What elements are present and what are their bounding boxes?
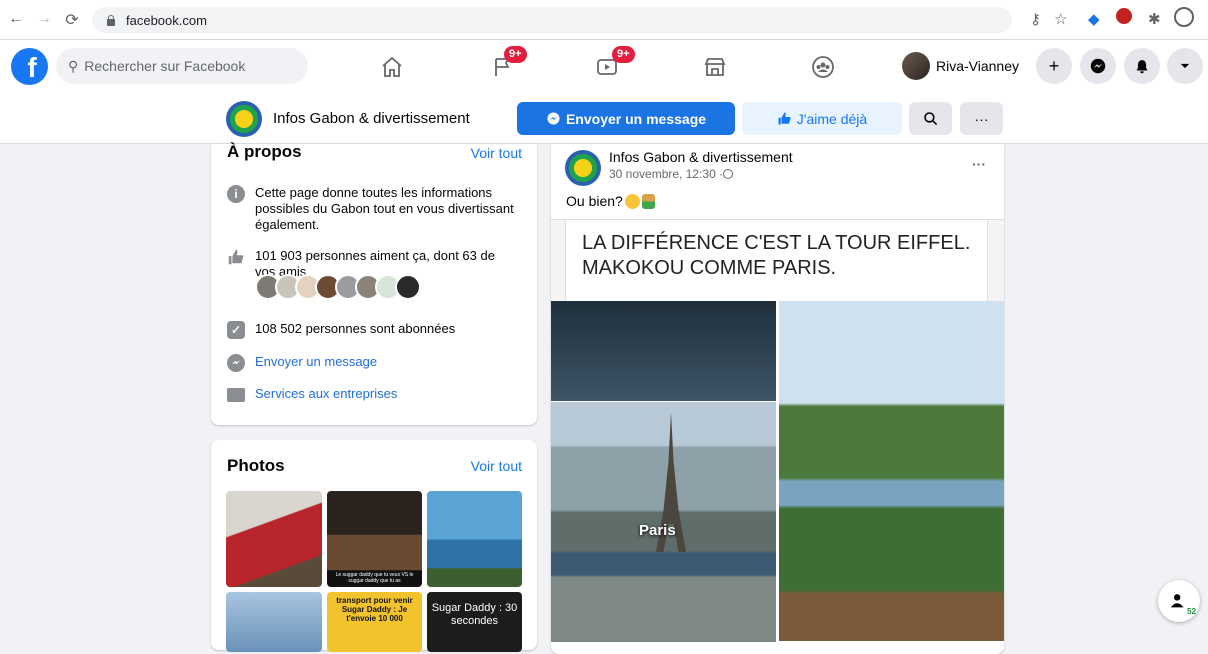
messenger-icon — [227, 354, 245, 372]
briefcase-icon — [227, 388, 245, 402]
create-button[interactable]: + — [1036, 48, 1072, 84]
reload-icon[interactable]: ⟳ — [62, 10, 82, 30]
messenger-icon[interactable] — [1080, 48, 1116, 84]
search-icon — [923, 111, 937, 125]
post-menu-button[interactable]: ··· — [972, 156, 986, 172]
photo-caption: transport pour venir Sugar Daddy : Je t'… — [336, 596, 413, 623]
home-icon — [382, 56, 402, 77]
adblock-extension-icon[interactable] — [1116, 8, 1132, 24]
search-icon: ⚲ — [68, 57, 79, 74]
about-followers: 108 502 personnes sont abonnées — [255, 321, 456, 336]
puzzle-icon[interactable]: ✱ — [1148, 10, 1161, 28]
about-description: Cette page donne toutes les informations… — [255, 185, 514, 232]
send-message-label: Envoyer un message — [565, 110, 707, 127]
lock-icon — [106, 14, 116, 26]
tab-watch[interactable]: 9+ — [552, 40, 662, 93]
followers-icon: ✓ — [227, 321, 245, 339]
about-services-link[interactable]: Services aux entreprises — [255, 386, 397, 402]
post-timestamp[interactable]: 30 novembre, 12:30 · — [609, 167, 723, 181]
page-avatar[interactable] — [226, 101, 262, 137]
marketplace-icon — [704, 57, 726, 76]
contacts-count-badge: 52 — [1187, 607, 1196, 616]
makokou-image — [779, 301, 1004, 641]
star-icon[interactable]: ☆ — [1054, 10, 1067, 28]
post-meta-row: 30 novembre, 12:30 · — [609, 167, 734, 181]
post-image-header: LA DIFFÉRENCE C'EST LA TOUR EIFFEL. MAKO… — [551, 219, 1004, 303]
profile-name: Riva-Vianney — [936, 58, 1020, 74]
photo-thumbnail[interactable]: transport pour venir Sugar Daddy : Je t'… — [327, 592, 422, 652]
like-button[interactable]: J'aime déjà — [742, 102, 902, 135]
avatar — [902, 52, 930, 80]
friends-avatars[interactable] — [255, 274, 421, 300]
page-search-button[interactable] — [909, 102, 952, 135]
post-text-row: Ou bien? — [566, 193, 655, 209]
address-bar[interactable]: facebook.com — [92, 7, 1012, 33]
about-message-row[interactable]: Envoyer un message — [227, 354, 377, 372]
post-author[interactable]: Infos Gabon & divertissement — [609, 149, 793, 165]
post-text: Ou bien? — [566, 193, 623, 209]
about-followers-row: ✓ 108 502 personnes sont abonnées — [227, 321, 455, 339]
extension-icon[interactable]: ◆ — [1088, 10, 1100, 28]
bell-icon[interactable] — [1124, 48, 1160, 84]
photo-thumbnail[interactable]: Sugar Daddy : 30 secondes — [427, 592, 522, 652]
paris-sky-image — [551, 301, 776, 401]
photo-thumbnail[interactable]: Le suggar daddy que tu veux VS le suggar… — [327, 491, 422, 587]
avatar — [395, 274, 421, 300]
search-input[interactable]: ⚲ Rechercher sur Facebook — [56, 48, 308, 84]
watch-notification-badge: 9+ — [612, 46, 635, 63]
info-icon: i — [227, 185, 245, 203]
paris-image: Paris — [551, 402, 776, 642]
emoji-icon — [624, 193, 640, 209]
tab-groups[interactable] — [768, 40, 878, 93]
photo-caption: Sugar Daddy : 30 secondes — [431, 602, 518, 627]
post-image[interactable]: Paris — [551, 301, 1004, 642]
about-message-link[interactable]: Envoyer un message — [255, 354, 377, 372]
tab-pages[interactable]: 9+ — [448, 40, 558, 93]
chevron-down-icon[interactable] — [1167, 48, 1203, 84]
post-author-avatar[interactable] — [565, 150, 601, 186]
post-card: Infos Gabon & divertissement 30 novembre… — [551, 144, 1004, 654]
photo-thumbnail[interactable] — [427, 491, 522, 587]
image-label: Paris — [639, 522, 676, 539]
page-title[interactable]: Infos Gabon & divertissement — [273, 110, 470, 127]
photo-thumbnail[interactable] — [226, 491, 322, 587]
page-header-bar: Infos Gabon & divertissement Envoyer un … — [0, 93, 1208, 144]
more-options-button[interactable]: ··· — [960, 102, 1003, 135]
send-message-button[interactable]: Envoyer un message — [517, 102, 735, 135]
tab-home[interactable] — [337, 40, 447, 93]
photos-card: Photos Voir tout Le suggar daddy que tu … — [211, 440, 537, 652]
about-services-row[interactable]: Services aux entreprises — [227, 386, 397, 402]
about-description-row: i Cette page donne toutes les informatio… — [227, 185, 517, 233]
photo-caption: Le suggar daddy que tu veux VS le suggar… — [335, 572, 414, 584]
search-placeholder: Rechercher sur Facebook — [84, 58, 246, 74]
about-see-all-link[interactable]: Voir tout — [471, 145, 522, 161]
profile-link[interactable]: Riva-Vianney — [902, 50, 1019, 82]
url-text: facebook.com — [126, 12, 207, 28]
browser-toolbar: ← → ⟳ facebook.com ⚷ ☆ ◆ ✱ — [0, 0, 1208, 40]
about-title: À propos — [227, 142, 302, 161]
emoji-icon — [641, 193, 655, 209]
thumbs-up-icon — [227, 248, 245, 266]
contacts-button[interactable]: 52 — [1158, 580, 1200, 622]
arrow-right-icon[interactable]: → — [34, 10, 54, 28]
photos-title: Photos — [227, 456, 285, 475]
arrow-left-icon[interactable]: ← — [6, 10, 26, 28]
photos-see-all-link[interactable]: Voir tout — [471, 458, 522, 474]
thumbs-up-icon — [778, 112, 791, 125]
pages-notification-badge: 9+ — [504, 46, 527, 63]
like-label: J'aime déjà — [796, 110, 868, 127]
image-caption: LA DIFFÉRENCE C'EST LA TOUR EIFFEL. MAKO… — [582, 232, 971, 279]
facebook-header: f ⚲ Rechercher sur Facebook 9+ 9+ Riva-V… — [0, 40, 1208, 93]
facebook-logo-icon[interactable]: f — [11, 48, 48, 85]
photo-thumbnail[interactable] — [226, 592, 322, 652]
tab-marketplace[interactable] — [660, 40, 770, 93]
globe-icon — [723, 169, 734, 179]
groups-icon — [812, 55, 834, 78]
key-icon[interactable]: ⚷ — [1030, 10, 1041, 28]
about-card: À propos Voir tout i Cette page donne to… — [211, 142, 537, 425]
profile-icon[interactable] — [1174, 7, 1194, 27]
messenger-icon — [547, 112, 560, 125]
